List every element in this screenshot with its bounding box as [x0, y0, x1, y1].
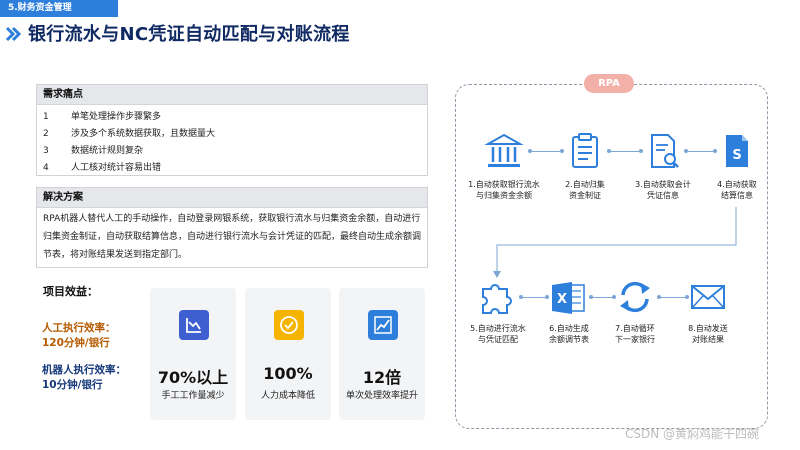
flow-connector: [528, 149, 564, 153]
chevron-right-icon: [5, 26, 22, 42]
pain-points-heading: 需求痛点: [37, 85, 427, 105]
item-number: 4: [43, 163, 49, 173]
step-label: 1.自动获取银行流水 与归集资金余额: [468, 180, 540, 200]
benefit-desc: 单次处理效率提升: [345, 391, 418, 401]
flow-connector: [657, 295, 689, 299]
page-title: 银行流水与NC凭证自动匹配与对账流程: [28, 24, 350, 45]
flow-connector: [519, 295, 549, 299]
item-number: 1: [43, 112, 49, 122]
clipboard-icon: [572, 133, 598, 168]
benefit-desc: 手工工作量减少: [161, 391, 225, 401]
manual-efficiency-label: 人工执行效率：: [42, 322, 116, 334]
flow-connector: [607, 149, 643, 153]
benefit-card: 12倍 单次处理效率提升: [339, 288, 425, 420]
flow-return-connector: [493, 207, 737, 278]
robot-efficiency: 机器人执行效率： 10分钟/银行: [42, 363, 126, 393]
pain-points-box: 需求痛点 1 单笔处理操作步骤繁多 2 涉及多个系统数据获取，且数据量大 3 数据统计…: [36, 84, 428, 176]
rpa-badge: RPA: [584, 74, 634, 93]
benefit-value: 70%以上: [157, 368, 229, 387]
robot-efficiency-label: 机器人执行效率：: [42, 364, 126, 376]
pain-points-list: 1 单笔处理操作步骤繁多 2 涉及多个系统数据获取，且数据量大 3 数据统计规则复杂 …: [37, 105, 427, 177]
solution-heading: 解决方案: [37, 188, 427, 208]
item-text: 数据统计规则复杂: [71, 146, 144, 156]
step-label: 4.自动获取 结算信息: [717, 180, 757, 200]
svg-text:S: S: [732, 148, 741, 163]
puzzle-icon: [482, 284, 512, 314]
chart-down-icon: [179, 310, 209, 340]
document-search-icon: [651, 134, 679, 168]
list-item: 1 单笔处理操作步骤繁多: [43, 109, 427, 126]
step-label: 2.自动归集 资金制证: [565, 180, 605, 200]
flow-connector: [589, 295, 616, 299]
benefit-card: 100% 人力成本降低: [245, 288, 331, 420]
flow-connector: [684, 149, 717, 153]
item-number: 2: [43, 129, 49, 139]
chart-up-icon: [368, 310, 398, 340]
list-item: 4 人工核对统计容易出错: [43, 160, 427, 177]
solution-text: RPA机器人替代人工的手动操作，自动登录网银系统，获取银行流水与归集资金余额，自…: [43, 214, 422, 260]
watermark: CSDN @黄焖鸡能干四碗: [625, 427, 760, 441]
svg-text:X: X: [557, 292, 567, 307]
manual-efficiency: 人工执行效率： 120分钟/银行: [42, 321, 116, 351]
solution-box: 解决方案 RPA机器人替代人工的手动操作，自动登录网银系统，获取银行流水与归集资…: [36, 187, 428, 268]
check-circle-icon: [274, 310, 304, 340]
robot-efficiency-value: 10分钟/银行: [42, 379, 103, 391]
section-tag: 5.财务资金管理: [0, 0, 118, 17]
refresh-icon: [620, 281, 650, 313]
step-label: 8.自动发送 对账结果: [688, 324, 728, 344]
bank-icon: [484, 133, 524, 167]
benefits-label: 项目效益：: [43, 285, 98, 298]
item-text: 单笔处理操作步骤繁多: [71, 112, 162, 122]
item-number: 3: [43, 146, 49, 156]
list-item: 3 数据统计规则复杂: [43, 143, 427, 160]
benefit-card: 70%以上 手工工作量减少: [150, 288, 236, 420]
excel-icon: X: [552, 282, 585, 314]
list-item: 2 涉及多个系统数据获取，且数据量大: [43, 126, 427, 143]
benefit-value: 100%: [263, 364, 313, 383]
benefit-desc: 人力成本降低: [260, 391, 315, 401]
manual-efficiency-value: 120分钟/银行: [42, 337, 110, 349]
dollar-file-icon: S: [726, 135, 748, 167]
item-text: 涉及多个系统数据获取，且数据量大: [71, 129, 216, 139]
mail-icon: [691, 285, 725, 309]
benefit-value: 12倍: [362, 368, 402, 387]
item-text: 人工核对统计容易出错: [71, 163, 162, 173]
